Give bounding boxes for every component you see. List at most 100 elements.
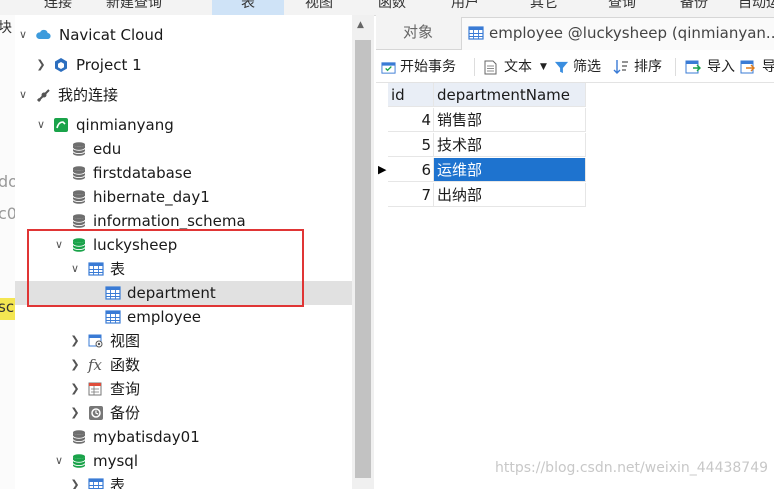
cell-department-name-selected[interactable]: 运维部 — [434, 158, 586, 182]
tree-node-my-connections[interactable]: ∨ 我的连接 — [15, 83, 352, 107]
cloud-icon — [36, 29, 51, 40]
transaction-icon — [381, 62, 396, 74]
database-icon — [71, 189, 87, 205]
tab-label: employee @luckysheep (qinmianyan... — [489, 24, 774, 42]
toolbar-new-query-button[interactable]: 新建查询 — [106, 0, 162, 12]
chevron-right-icon[interactable]: ❯ — [68, 473, 82, 489]
row-header-current[interactable]: ▶ — [376, 158, 388, 182]
tree-node-backups-folder[interactable]: ❯ 备份 — [15, 401, 352, 425]
toolbar-automation-button[interactable]: 自动运 — [738, 0, 774, 12]
edge-text-fragment: c0 — [0, 204, 15, 223]
tree-node-project[interactable]: ❯ Project 1 — [15, 53, 352, 77]
table-icon — [105, 309, 121, 325]
cell-id[interactable]: 7 — [388, 183, 434, 207]
row-header[interactable] — [376, 133, 388, 157]
cell-id[interactable]: 4 — [388, 108, 434, 132]
sort-label: 排序 — [634, 59, 662, 75]
edge-text-fragment: sc — [0, 298, 15, 316]
tree-node-views-folder[interactable]: ❯ 视图 — [15, 329, 352, 353]
chevron-down-icon[interactable]: ∨ — [16, 23, 30, 47]
database-icon — [71, 429, 87, 445]
filter-icon — [554, 61, 569, 74]
export-icon — [740, 60, 755, 74]
row-header[interactable] — [376, 108, 388, 132]
toolbar-view-button[interactable]: 视图 — [305, 0, 333, 12]
tree-node-connection-qinmianyang[interactable]: ∨ qinmianyang — [15, 113, 352, 137]
tree-node-database-firstdatabase[interactable]: firstdatabase — [15, 161, 352, 185]
chevron-right-icon[interactable]: ❯ — [68, 377, 82, 401]
toolbar-function-button[interactable]: 函数 — [378, 0, 406, 12]
toolbar-backup-button[interactable]: 备份 — [680, 0, 708, 12]
toolbar-table-button[interactable]: 表 — [212, 0, 284, 15]
chevron-right-icon[interactable]: ❯ — [68, 353, 82, 377]
cell-id[interactable]: 5 — [388, 133, 434, 157]
tree-node-database-hibernate-day1[interactable]: hibernate_day1 — [15, 185, 352, 209]
annotation-highlight-box — [27, 229, 304, 307]
toolbar-query-button[interactable]: 查询 — [608, 0, 636, 12]
edge-text-fragment: 块 — [0, 20, 12, 36]
begin-transaction-label: 开始事务 — [400, 59, 456, 75]
column-header-departmentname[interactable]: departmentName — [434, 83, 586, 107]
cell-department-name[interactable]: 出纳部 — [434, 183, 586, 207]
tree-node-label: 查询 — [110, 380, 141, 398]
tab-employee-table[interactable]: employee @luckysheep (qinmianyan... — [461, 17, 774, 50]
tree-node-mysql-tables-folder[interactable]: ❯ 表 — [15, 473, 352, 489]
tree-node-navicat-cloud[interactable]: ∨ Navicat Cloud — [15, 23, 352, 47]
function-icon: fx — [88, 356, 103, 374]
navigator-scroll-thumb[interactable] — [355, 40, 371, 478]
import-icon — [685, 60, 701, 74]
background-window-edge: 块 do c0 — [0, 15, 15, 489]
scroll-up-icon[interactable]: ▲ — [357, 20, 364, 30]
query-icon — [88, 382, 102, 396]
backup-icon — [89, 406, 103, 420]
tree-node-label: 表 — [110, 476, 126, 489]
tree-node-label: edu — [93, 140, 122, 158]
row-header-corner — [376, 83, 388, 107]
database-icon — [71, 165, 87, 181]
watermark-text: https://blog.csdn.net/weixin_44438749 — [495, 460, 769, 476]
tree-node-queries-folder[interactable]: ❯ 查询 — [15, 377, 352, 401]
cell-department-name[interactable]: 销售部 — [434, 108, 586, 132]
tree-node-label: Project 1 — [76, 56, 142, 74]
database-icon — [71, 213, 87, 229]
toolbar-divider — [474, 58, 475, 76]
edge-text-fragment: do — [0, 172, 15, 191]
current-row-indicator-icon: ▶ — [378, 163, 387, 176]
tree-node-label: firstdatabase — [93, 164, 192, 182]
tree-node-database-edu[interactable]: edu — [15, 137, 352, 161]
toolbar-connection-button[interactable]: 连接 — [44, 0, 72, 12]
column-header-id[interactable]: id — [388, 83, 434, 107]
tree-node-database-mysql[interactable]: ∨ mysql — [15, 449, 352, 473]
chevron-down-icon[interactable]: ∨ — [16, 83, 30, 107]
tree-node-label: Navicat Cloud — [59, 26, 164, 44]
view-icon — [88, 334, 103, 348]
tab-objects[interactable]: 对象 — [376, 15, 460, 49]
tree-node-table-employee[interactable]: employee — [15, 305, 352, 329]
text-view-label: 文本 — [504, 59, 532, 75]
chevron-down-icon[interactable]: ∨ — [52, 449, 66, 473]
toolbar-divider — [675, 58, 676, 76]
database-icon — [71, 141, 87, 157]
cell-department-name[interactable]: 技术部 — [434, 133, 586, 157]
tree-node-database-mybatisday01[interactable]: mybatisday01 — [15, 425, 352, 449]
row-header[interactable] — [376, 183, 388, 207]
main-toolbar: 连接 新建查询 表 视图 函数 用户 其它 查询 备份 自动运 — [0, 0, 774, 16]
toolbar-user-button[interactable]: 用户 — [451, 0, 479, 12]
export-label: 导 — [762, 59, 774, 75]
chevron-right-icon[interactable]: ❯ — [34, 53, 48, 77]
tree-node-label: employee — [127, 308, 202, 326]
cell-id[interactable]: 6 — [388, 158, 434, 182]
import-label: 导入 — [707, 59, 735, 75]
project-icon — [55, 58, 67, 72]
connections-icon — [36, 89, 50, 103]
chevron-down-icon[interactable]: ∨ — [34, 113, 48, 137]
database-open-icon — [71, 453, 87, 469]
chevron-right-icon[interactable]: ❯ — [68, 401, 82, 425]
toolbar-other-button[interactable]: 其它 — [530, 0, 558, 12]
document-icon — [484, 60, 497, 75]
dropdown-arrow-icon: ▼ — [540, 62, 547, 72]
tree-node-label: mysql — [93, 452, 138, 470]
tree-node-functions-folder[interactable]: ❯ fx 函数 — [15, 353, 352, 377]
table-folder-icon — [88, 477, 104, 489]
chevron-right-icon[interactable]: ❯ — [68, 329, 82, 353]
